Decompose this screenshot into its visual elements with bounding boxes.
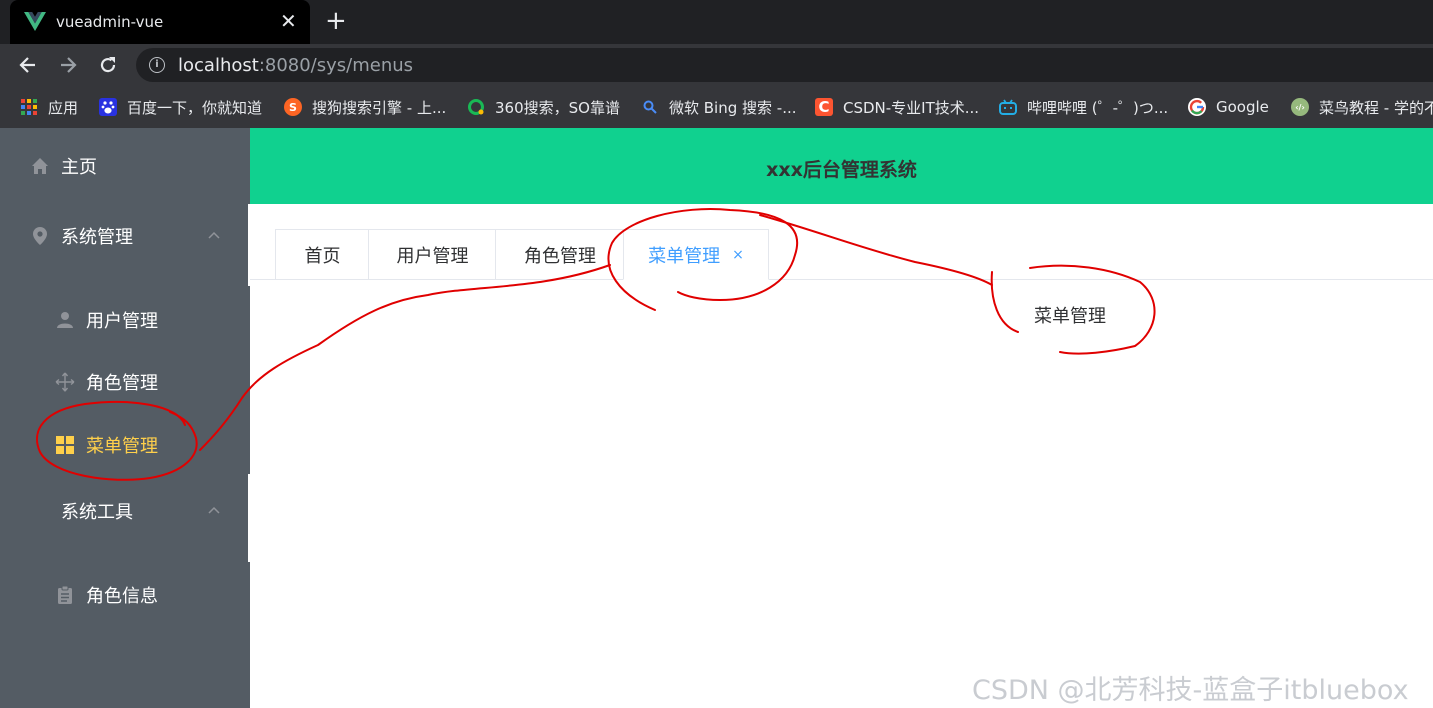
bookmark-label: CSDN-专业IT技术... [843, 98, 980, 117]
browser-tab[interactable]: vueadmin-vue ✕ [10, 0, 310, 44]
chevron-up-icon [208, 231, 220, 239]
sidebar-item-label: 用户管理 [86, 311, 158, 332]
sidebar-item-system-tools[interactable]: 系统工具 [0, 483, 250, 539]
chevron-up-icon [208, 506, 220, 514]
tab-label: 用户管理 [396, 245, 469, 267]
reload-icon[interactable] [97, 54, 119, 76]
sidebar-item-menu-management[interactable]: 菜单管理 [0, 417, 250, 473]
bookmark-label: 微软 Bing 搜索 -... [669, 98, 797, 117]
tab-title: vueadmin-vue [56, 13, 164, 31]
sidebar-item-home[interactable]: 主页 [0, 138, 250, 194]
bookmark-label: 应用 [48, 98, 79, 117]
bookmarks-bar: 应用 百度一下，你就知道 S 搜狗搜索引擎 - 上... 360搜索，SO靠谱 … [0, 86, 1433, 128]
apps-grid-icon [20, 98, 38, 116]
tab-home[interactable]: 首页 [275, 229, 369, 280]
bookmark-google[interactable]: Google [1188, 96, 1269, 118]
user-icon [55, 310, 75, 330]
sidebar-item-label: 主页 [61, 157, 97, 178]
page-title: xxx后台管理系统 [766, 159, 917, 181]
bookmark-label: 哔哩哔哩 (゜-゜)つ... [1027, 98, 1169, 117]
runoob-icon: ‹/› [1291, 98, 1309, 116]
bookmark-bing[interactable]: 微软 Bing 搜索 -... [641, 96, 797, 118]
csdn-icon: C [815, 98, 833, 116]
360-search-icon [467, 98, 485, 116]
bookmark-csdn[interactable]: C CSDN-专业IT技术... [815, 96, 979, 118]
bookmark-bilibili[interactable]: 哔哩哔哩 (゜-゜)つ... [999, 96, 1168, 118]
sidebar-item-label: 角色管理 [86, 373, 158, 394]
watermark: CSDN @北芳科技-蓝盒子itbluebox [972, 675, 1409, 706]
tab-role-management[interactable]: 角色管理 [495, 229, 624, 280]
bookmark-label: 菜鸟教程 - 学的不 [1319, 98, 1433, 117]
tab-label: 角色管理 [524, 245, 596, 267]
bilibili-icon [999, 98, 1017, 116]
google-icon [1188, 98, 1206, 116]
sidebar-item-role-management[interactable]: 角色管理 [0, 354, 250, 410]
rank-icon [55, 372, 75, 392]
sidebar-item-label: 系统管理 [61, 227, 133, 248]
bookmark-baidu[interactable]: 百度一下，你就知道 [99, 96, 262, 118]
bookmark-label: Google [1216, 98, 1269, 116]
app-header: xxx后台管理系统 [250, 128, 1433, 204]
location-icon [30, 226, 50, 246]
address-bar[interactable]: i localhost:8080/sys/menus [136, 48, 1433, 82]
sidebar-item-label: 系统工具 [61, 502, 133, 523]
bookmark-label: 360搜索，SO靠谱 [495, 98, 620, 117]
sidebar-item-user-management[interactable]: 用户管理 [0, 292, 250, 348]
tab-label: 菜单管理 [648, 245, 721, 267]
content-text: 菜单管理 [1034, 306, 1106, 327]
browser-toolbar: i localhost:8080/sys/menus [0, 44, 1433, 86]
forward-arrow-icon[interactable] [57, 54, 79, 76]
bookmark-label: 搜狗搜索引擎 - 上... [312, 98, 447, 117]
bookmark-360[interactable]: 360搜索，SO靠谱 [467, 96, 620, 118]
tab-label: 首页 [304, 245, 341, 267]
tab-close-icon[interactable]: × [732, 247, 744, 263]
sogou-icon: S [284, 98, 302, 116]
menu-grid-icon [55, 435, 75, 455]
sidebar-item-role-info[interactable]: 角色信息 [0, 567, 250, 623]
sidebar: 主页 系统管理 用户管理 角色管理 菜单管理 系统工具 角色信息 [0, 128, 250, 708]
site-info-icon[interactable]: i [149, 57, 165, 73]
baidu-icon [99, 98, 117, 116]
sidebar-item-system-management[interactable]: 系统管理 [0, 208, 250, 264]
bing-search-icon [641, 98, 659, 116]
back-arrow-icon[interactable] [17, 54, 39, 76]
tab-user-management[interactable]: 用户管理 [368, 229, 496, 280]
bookmark-label: 百度一下，你就知道 [127, 98, 263, 117]
home-icon [30, 156, 50, 176]
tab-menu-management[interactable]: 菜单管理 × [623, 229, 769, 280]
browser-tab-strip: vueadmin-vue ✕ + [0, 0, 1433, 44]
bookmark-sogou[interactable]: S 搜狗搜索引擎 - 上... [284, 96, 446, 118]
sidebar-divider [248, 204, 250, 286]
url-text: localhost:8080/sys/menus [178, 55, 414, 76]
tab-close-icon[interactable]: ✕ [280, 9, 297, 33]
bookmark-apps[interactable]: 应用 [20, 96, 78, 118]
sidebar-item-label: 角色信息 [86, 586, 158, 607]
new-tab-button[interactable]: + [325, 6, 347, 36]
sidebar-item-label: 菜单管理 [86, 436, 158, 457]
sidebar-divider [248, 474, 250, 562]
bookmark-runoob[interactable]: ‹/› 菜鸟教程 - 学的不 [1291, 96, 1433, 118]
clipboard-icon [55, 585, 75, 605]
vue-logo-icon [24, 12, 46, 31]
